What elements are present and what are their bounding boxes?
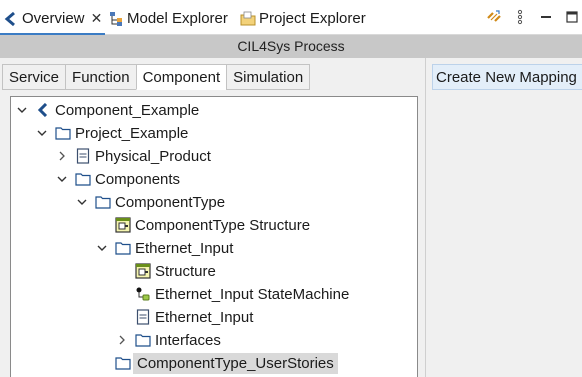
tree-item-label: Ethernet_Input [155,308,254,326]
folder-icon [75,171,91,187]
tree-item[interactable]: Components [55,168,180,190]
tree-item-label: Ethernet_Input StateMachine [155,285,350,303]
tree-item-label: Component_Example [55,101,200,119]
content-tabs: Service Function Component Simulation [2,64,311,90]
tree-item-label: Interfaces [155,331,221,349]
view-toolbar [478,7,582,27]
create-new-mapping-button[interactable]: Create New Mapping [432,64,582,90]
project-explorer-icon [240,11,256,27]
component-pane: Service Function Component Simulation Co… [0,58,426,377]
model-root-icon [35,102,51,118]
tree-item[interactable]: Project_Example [35,122,188,144]
minimize-icon[interactable] [536,7,556,27]
tree-item-label: ComponentType_UserStories [133,352,338,374]
state-machine-icon [135,286,151,302]
view-menu-icon[interactable] [510,7,530,27]
process-title: CIL4Sys Process [237,38,345,54]
tab-project-explorer-label: Project Explorer [259,10,366,27]
tree-item-label: Physical_Product [95,147,211,165]
chevron-down-icon[interactable] [95,241,109,255]
tree-item[interactable]: ComponentType [75,191,225,213]
chevron-right-icon[interactable] [115,333,129,347]
chevron-down-icon[interactable] [75,195,89,209]
tree-item-label: Project_Example [75,124,189,142]
structure-diagram-icon [115,217,131,233]
overview-icon [3,11,19,27]
tab-simulation[interactable]: Simulation [226,64,311,90]
tab-service[interactable]: Service [2,64,66,90]
tab-function[interactable]: Function [65,64,136,90]
tree-item[interactable]: ComponentType_UserStories [95,352,338,374]
document-icon [75,148,91,164]
tab-model-explorer-label: Model Explorer [127,10,228,27]
tab-component[interactable]: Component [135,64,227,90]
tab-overview-label: Overview [22,10,85,27]
tree-item[interactable]: Ethernet_Input StateMachine [115,283,349,305]
process-title-bar: CIL4Sys Process [0,35,582,58]
model-explorer-icon [108,11,124,27]
tree-item[interactable]: Ethernet_Input [115,306,253,328]
chevron-down-icon[interactable] [15,103,29,117]
tree-item-label: Components [95,170,181,188]
sync-link-icon[interactable] [484,7,504,27]
tree-item[interactable]: Interfaces [115,329,221,351]
tab-overview[interactable]: Overview ✕ [0,2,105,35]
folder-icon [115,355,131,371]
maximize-icon[interactable] [562,7,582,27]
tab-model-explorer[interactable]: Model Explorer [108,2,228,35]
folder-icon [55,125,71,141]
tab-project-explorer[interactable]: Project Explorer [240,2,366,35]
tree-item[interactable]: Ethernet_Input [95,237,233,259]
mapping-pane: Create New Mapping [426,58,582,377]
tree-item-label: Ethernet_Input [135,239,234,257]
structure-diagram-icon [135,263,151,279]
tree-item-label: ComponentType Structure [135,216,311,234]
chevron-down-icon[interactable] [35,126,49,140]
tree-item[interactable]: Structure [115,260,216,282]
tree-item-label: ComponentType [115,193,226,211]
close-icon[interactable]: ✕ [91,10,103,27]
tree-item[interactable]: Physical_Product [55,145,211,167]
tree-item[interactable]: ComponentType Structure [95,214,310,236]
tree-item-label: Structure [155,262,216,280]
chevron-down-icon[interactable] [55,172,69,186]
folder-icon [95,194,111,210]
folder-icon [115,240,131,256]
tree-item[interactable]: Component_Example [15,99,199,121]
chevron-right-icon[interactable] [55,149,69,163]
folder-icon [135,332,151,348]
document-icon [135,309,151,325]
view-tab-bar: Overview ✕ Model Explorer Project Explor… [0,0,582,35]
model-tree: Component_Example Project_Example Physical… [10,96,418,377]
